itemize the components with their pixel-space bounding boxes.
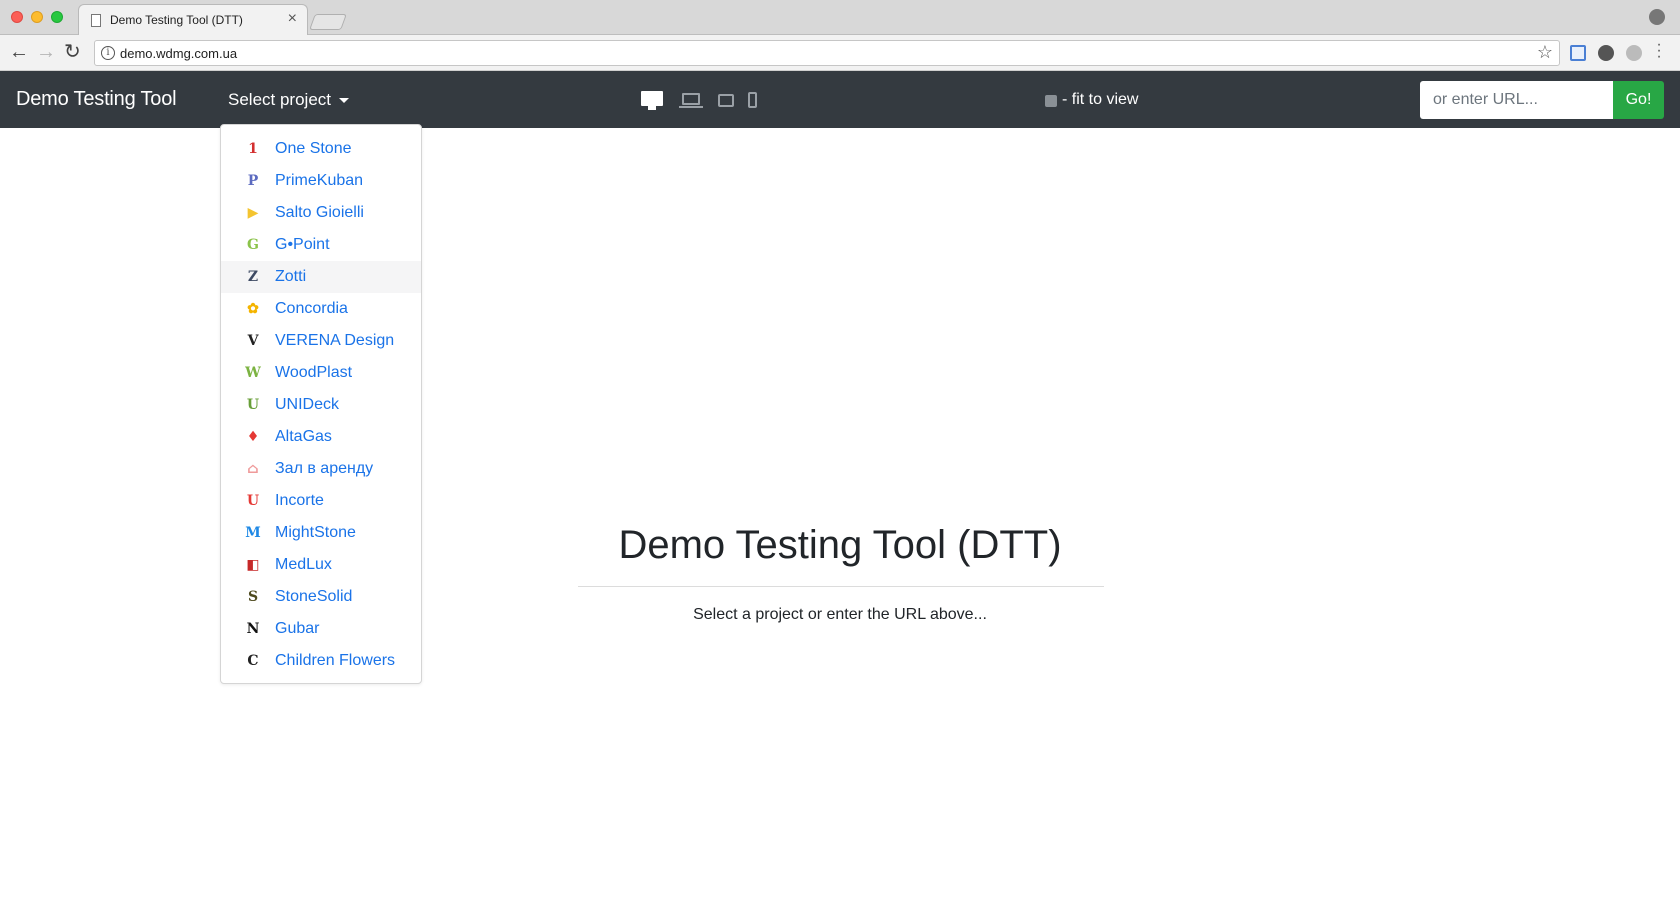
project-item-label: Зал в аренду bbox=[275, 460, 374, 477]
document-icon bbox=[91, 14, 101, 27]
url-text[interactable]: demo.wdmg.com.ua bbox=[120, 46, 237, 61]
project-item[interactable]: G G•Point bbox=[221, 229, 421, 261]
altagas-logo-icon: ♦ bbox=[246, 429, 260, 445]
project-item[interactable]: P PrimeKuban bbox=[221, 165, 421, 197]
go-button[interactable]: Go! bbox=[1613, 81, 1664, 119]
brand-title[interactable]: Demo Testing Tool bbox=[16, 88, 177, 111]
project-item-label: AltaGas bbox=[275, 428, 332, 445]
project-item-label: Incorte bbox=[275, 492, 324, 509]
browser-toolbar: ← → ↻ i demo.wdmg.com.ua ☆ · · · bbox=[0, 35, 1680, 71]
new-tab-button[interactable] bbox=[309, 14, 347, 30]
window-minimize-icon[interactable] bbox=[31, 11, 43, 23]
project-item[interactable]: W WoodPlast bbox=[221, 357, 421, 389]
laptop-icon[interactable] bbox=[679, 93, 703, 108]
concordia-logo-icon: ✿ bbox=[247, 301, 259, 317]
g-point-logo-icon: G bbox=[247, 237, 259, 253]
tab-title: Demo Testing Tool (DTT) bbox=[110, 13, 243, 27]
bookmark-star-icon[interactable]: ☆ bbox=[1537, 42, 1553, 63]
select-project-dropdown[interactable]: Select project bbox=[228, 90, 349, 110]
project-item-label: StoneSolid bbox=[275, 588, 353, 605]
extension-icon[interactable] bbox=[1626, 45, 1642, 61]
divider bbox=[578, 586, 1104, 587]
stonesolid-logo-icon: S bbox=[247, 589, 259, 605]
window-maximize-icon[interactable] bbox=[51, 11, 63, 23]
tab-close-icon[interactable]: × bbox=[288, 10, 297, 28]
fit-to-view-label: - fit to view bbox=[1062, 91, 1139, 108]
project-item-label: Children Flowers bbox=[275, 652, 396, 669]
page-title: Demo Testing Tool (DTT) bbox=[618, 523, 1062, 567]
profile-icon[interactable] bbox=[1649, 9, 1665, 25]
project-item[interactable]: C Children Flowers bbox=[221, 645, 421, 677]
project-item[interactable]: U UNIDeck bbox=[221, 389, 421, 421]
project-item-label: WoodPlast bbox=[275, 364, 353, 381]
project-item-label: G•Point bbox=[275, 236, 330, 253]
browser-titlebar: Demo Testing Tool (DTT) × bbox=[0, 0, 1680, 35]
project-item[interactable]: ⌂ Зал в аренду bbox=[221, 453, 421, 485]
project-item-label: Zotti bbox=[275, 268, 307, 285]
project-item[interactable]: U Incorte bbox=[221, 485, 421, 517]
browser-menu-icon[interactable]: · · · bbox=[1656, 37, 1662, 65]
project-item[interactable]: ♦ AltaGas bbox=[221, 421, 421, 453]
unideck-logo-icon: U bbox=[246, 397, 260, 413]
project-dropdown-menu: 1 One Stone P PrimeKuban ▶ Salto Gioielli G G•P… bbox=[220, 124, 422, 684]
tablet-icon[interactable] bbox=[718, 94, 734, 107]
zal-v-arendu-logo-icon: ⌂ bbox=[247, 461, 259, 477]
project-item-label: PrimeKuban bbox=[275, 172, 364, 189]
project-item-label: One Stone bbox=[275, 140, 352, 157]
address-bar[interactable]: i demo.wdmg.com.ua ☆ bbox=[94, 40, 1560, 66]
browser-tab[interactable]: Demo Testing Tool (DTT) × bbox=[78, 4, 308, 35]
salto-gioielli-logo-icon: ▶ bbox=[247, 205, 259, 221]
project-item-label: Salto Gioielli bbox=[275, 204, 364, 221]
reload-icon[interactable]: ↻ bbox=[64, 41, 81, 63]
project-item[interactable]: ▶ Salto Gioielli bbox=[221, 197, 421, 229]
phone-icon[interactable] bbox=[748, 92, 757, 108]
woodplast-logo-icon: W bbox=[245, 365, 261, 381]
children-flowers-logo-icon: C bbox=[247, 653, 259, 669]
project-item[interactable]: V VERENA Design bbox=[221, 325, 421, 357]
extension-icon[interactable] bbox=[1570, 45, 1586, 61]
project-item-label: Concordia bbox=[275, 300, 348, 317]
page-subtitle: Select a project or enter the URL above.… bbox=[693, 606, 987, 623]
select-project-label: Select project bbox=[228, 90, 331, 109]
extension-icon[interactable] bbox=[1598, 45, 1614, 61]
project-item[interactable]: ✿ Concordia bbox=[221, 293, 421, 325]
incorte-logo-icon: U bbox=[246, 493, 260, 509]
url-input[interactable] bbox=[1420, 81, 1613, 119]
window-close-icon[interactable] bbox=[11, 11, 23, 23]
project-item[interactable]: 1 One Stone bbox=[221, 133, 421, 165]
primekuban-logo-icon: P bbox=[247, 173, 259, 189]
fit-to-view-checkbox[interactable] bbox=[1045, 95, 1057, 107]
verena-design-logo-icon: V bbox=[247, 333, 259, 349]
project-item-label: UNIDeck bbox=[275, 396, 340, 413]
back-icon[interactable]: ← bbox=[9, 41, 29, 63]
forward-icon[interactable]: → bbox=[36, 41, 56, 63]
app-navbar: Demo Testing Tool Select project - fit t… bbox=[0, 71, 1680, 128]
zotti-logo-icon: Z bbox=[247, 269, 259, 285]
desktop-icon[interactable] bbox=[641, 91, 663, 110]
project-item-label: VERENA Design bbox=[275, 332, 395, 349]
site-info-icon[interactable]: i bbox=[101, 46, 115, 60]
project-item[interactable]: Z Zotti bbox=[221, 261, 421, 293]
caret-down-icon bbox=[339, 98, 349, 104]
one-stone-logo-icon: 1 bbox=[248, 141, 258, 157]
